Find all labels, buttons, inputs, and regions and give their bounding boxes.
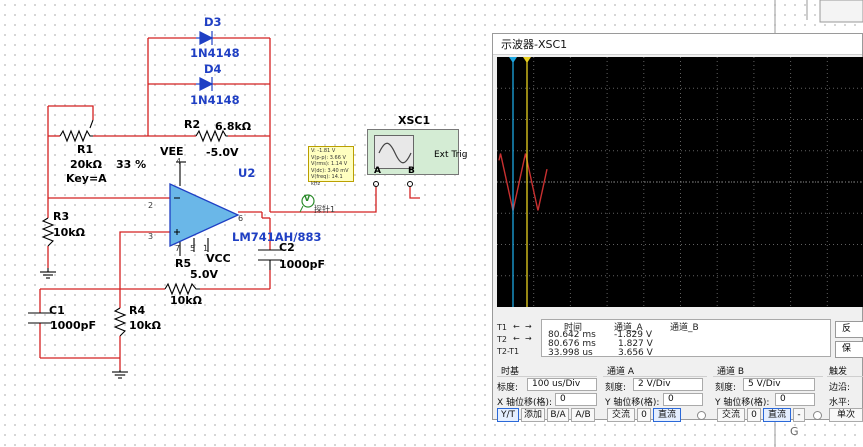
dt-ch-a: 3.656 V xyxy=(618,348,653,358)
cursor-t2-marker[interactable] xyxy=(523,57,531,63)
t2-left-arrow[interactable]: ← xyxy=(513,334,520,343)
t1-right-arrow[interactable]: → xyxy=(525,322,532,331)
dt-time: 33.998 us xyxy=(548,348,593,358)
c1-value: 1000pF xyxy=(50,319,97,332)
cursor-readout: T1 ← → T2 ← → T2-T1 时间 通道_A 通道_B 80.642 … xyxy=(493,319,863,359)
channel-a-dc-button[interactable]: 直流 xyxy=(653,408,681,422)
xsc1-ref: XSC1 xyxy=(398,114,431,127)
r1-percent: 33 % xyxy=(116,158,147,171)
vcc-label: VCC xyxy=(206,252,231,265)
r2-value: 6.8kΩ xyxy=(215,120,252,133)
r1-key: Key=A xyxy=(66,172,107,185)
pin-2-label: 2 xyxy=(148,201,154,210)
r3-value: 10kΩ xyxy=(53,226,85,239)
oscilloscope-title[interactable]: 示波器-XSC1 xyxy=(493,34,862,55)
channel-b-radio[interactable] xyxy=(813,411,822,420)
screen-grid xyxy=(497,57,863,307)
d4-model: 1N4148 xyxy=(190,93,240,107)
pin-7-label: 7 xyxy=(175,244,181,253)
trigger-edge-label: 边沿: xyxy=(829,383,851,393)
r5-ref: R5 xyxy=(175,257,192,270)
vcc-value: 5.0V xyxy=(190,268,218,281)
trigger-divider xyxy=(827,376,863,377)
channel-b-ac-button[interactable]: 交流 xyxy=(717,408,745,422)
r1-ref: R1 xyxy=(77,143,94,156)
pin-6-label: 6 xyxy=(238,214,244,223)
channel-a-divider xyxy=(603,376,707,377)
t2-label: T2 xyxy=(497,335,507,344)
t1-left-arrow[interactable]: ← xyxy=(513,322,520,331)
trigger-level-label: 水平: xyxy=(829,398,851,408)
r4-value: 10kΩ xyxy=(129,319,161,332)
ext-trig-label: Ext Trig xyxy=(434,150,468,160)
r4-ref: R4 xyxy=(129,304,146,317)
xsc1-symbol[interactable]: Ext Trig A B xyxy=(367,129,468,176)
channel-a-zero-button[interactable]: 0 xyxy=(637,408,651,422)
pin-5-label: 5 xyxy=(190,244,196,253)
channel-b-dc-button[interactable]: 直流 xyxy=(763,408,791,422)
pin-3-label: 3 xyxy=(148,232,154,241)
cursor-t1-marker[interactable] xyxy=(509,57,517,63)
r5-value: 10kΩ xyxy=(170,294,202,307)
header-ch-b: 通道_B xyxy=(670,323,699,333)
probe-line: V(freq): 14.1 kHz xyxy=(311,174,343,187)
scope-controls: 时基 标度: 100 us/Div X 轴位移(格): 0 Y/T 添加 B/A… xyxy=(493,362,863,422)
readout-table: 时间 通道_A 通道_B 80.642 ms -1.829 V 80.676 m… xyxy=(541,319,831,358)
d4-ref: D4 xyxy=(204,62,222,76)
channel-a-scale-label: 刻度: xyxy=(605,383,627,393)
timebase-scale-label: 标度: xyxy=(497,383,519,393)
right-strip-label: G xyxy=(790,425,799,438)
pin-4-label: 4 xyxy=(176,157,182,166)
channel-a-ypos-label: Y 轴位移(格): xyxy=(605,398,660,408)
channel-b-minus-button[interactable]: - xyxy=(793,408,805,422)
t2-t1-label: T2-T1 xyxy=(497,347,520,356)
probe-line: V(rms): 1.14 V xyxy=(311,161,348,167)
x-position-label: X 轴位移(格): xyxy=(497,398,553,408)
save-button[interactable]: 保 xyxy=(835,341,863,358)
t2-right-arrow[interactable]: → xyxy=(525,334,532,343)
ba-button[interactable]: B/A xyxy=(547,408,569,422)
add-button[interactable]: 添加 xyxy=(521,408,545,422)
channel-a-radio[interactable] xyxy=(697,411,706,420)
u2-ref: U2 xyxy=(238,166,256,180)
channel-a-ac-button[interactable]: 交流 xyxy=(607,408,635,422)
channel-b-divider xyxy=(713,376,823,377)
xsc1-screen xyxy=(374,135,414,169)
channel-b-zero-button[interactable]: 0 xyxy=(747,408,761,422)
c2-value: 1000pF xyxy=(279,258,326,271)
r3-ref: R3 xyxy=(53,210,70,223)
yt-button[interactable]: Y/T xyxy=(497,408,519,422)
probe-name: 探针1 xyxy=(314,205,336,214)
xsc1-b-label: B xyxy=(408,166,415,176)
channel-b-scale-field[interactable]: 5 V/Div xyxy=(743,378,815,391)
c1-ref: C1 xyxy=(49,304,65,317)
channel-a-scale-field[interactable]: 2 V/Div xyxy=(633,378,703,391)
channel-b-ypos-field[interactable]: 0 xyxy=(775,393,815,406)
probe-readout[interactable]: V: -1.81 V V(p-p): 3.66 V V(rms): 1.14 V… xyxy=(308,146,354,187)
c2-ref: C2 xyxy=(279,241,295,254)
channel-a-ypos-field[interactable]: 0 xyxy=(663,393,703,406)
ab-button[interactable]: A/B xyxy=(571,408,595,422)
timebase-divider xyxy=(497,376,597,377)
d3-model: 1N4148 xyxy=(190,46,240,60)
x-position-field[interactable]: 0 xyxy=(555,393,597,406)
u2-model: LM741AH/883 xyxy=(232,230,322,244)
d3-ref: D3 xyxy=(204,15,222,29)
channel-b-scale-label: 刻度: xyxy=(715,383,737,393)
timebase-scale-field[interactable]: 100 us/Div xyxy=(527,378,597,391)
oscilloscope-screen[interactable] xyxy=(497,57,863,307)
channel-b-ypos-label: Y 轴位移(格): xyxy=(715,398,770,408)
probe-symbol[interactable]: V xyxy=(304,194,310,203)
r2-ref: R2 xyxy=(184,118,201,131)
oscilloscope-window[interactable]: 示波器-XSC1 T1 ← → T2 ← → T2-T1 时间 通道_A 通道_… xyxy=(492,33,863,422)
trigger-single-button[interactable]: 单次 xyxy=(829,408,863,422)
reverse-button[interactable]: 反 xyxy=(835,321,863,338)
t1-label: T1 xyxy=(497,323,507,332)
xsc1-a-label: A xyxy=(374,166,381,176)
xsc1-wave xyxy=(378,142,412,164)
vee-value: -5.0V xyxy=(206,146,239,159)
r1-value: 20kΩ xyxy=(70,158,102,171)
